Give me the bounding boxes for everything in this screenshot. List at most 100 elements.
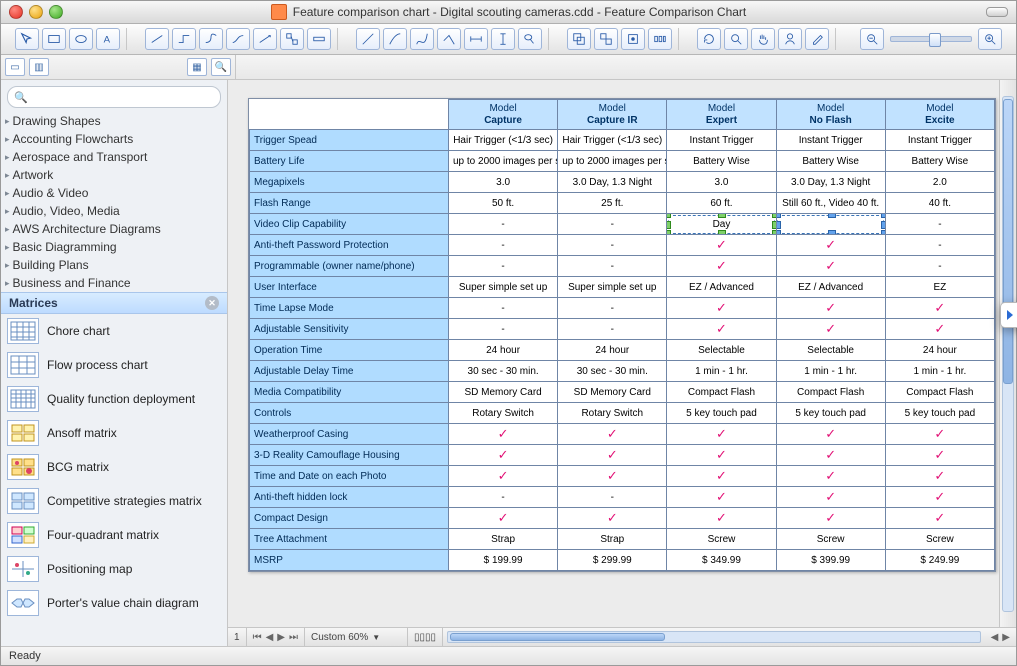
table-cell[interactable]: $ 299.99 [558,550,667,571]
table-cell[interactable]: - [449,256,558,277]
zoom-slider[interactable] [890,36,972,42]
table-cell[interactable]: 25 ft. [558,193,667,214]
tree-item[interactable]: ▸Audio, Video, Media [1,202,227,220]
table-cell[interactable]: 5 key touch pad [885,403,994,424]
table-cell[interactable]: Super simple set up [558,277,667,298]
table-cell[interactable]: 1 min - 1 hr. [776,361,885,382]
table-cell[interactable]: ✓ [776,256,885,277]
table-cell[interactable]: 50 ft. [449,193,558,214]
table-cell[interactable]: Screw [667,529,776,550]
table-cell[interactable]: Selectable [667,340,776,361]
rect-tool-button[interactable] [42,28,66,50]
table-cell[interactable]: 3.0 Day, 1.3 Night [776,172,885,193]
table-cell[interactable]: 40 ft. [885,193,994,214]
table-cell[interactable]: Compact Flash [776,382,885,403]
table-cell[interactable]: up to 2000 images per set [449,151,558,172]
ellipse-tool-button[interactable] [69,28,93,50]
table-cell[interactable]: 3.0 [449,172,558,193]
table-cell[interactable]: - [885,256,994,277]
table-cell[interactable]: ✓ [667,319,776,340]
table-cell[interactable]: EZ / Advanced [667,277,776,298]
connector1-button[interactable] [145,28,169,50]
hscroll-left-icon[interactable]: ◀ [991,632,999,643]
table-cell[interactable]: ✓ [776,508,885,529]
table-cell[interactable]: Selectable [776,340,885,361]
tree-item[interactable]: ▸Accounting Flowcharts [1,130,227,148]
tree-item[interactable]: ▸AWS Architecture Diagrams [1,220,227,238]
table-cell[interactable]: ✓ [667,445,776,466]
table-cell[interactable]: 30 sec - 30 min. [558,361,667,382]
user-button[interactable] [778,28,802,50]
table-cell[interactable]: $ 399.99 [776,550,885,571]
vertical-scrollbar[interactable] [999,80,1016,628]
table-cell[interactable]: ✓ [558,445,667,466]
table-cell[interactable]: 1 min - 1 hr. [667,361,776,382]
dim-h-button[interactable] [464,28,488,50]
table-cell[interactable]: ✓ [776,319,885,340]
connector3-button[interactable] [199,28,223,50]
library-item[interactable]: Ansoff matrix [1,416,227,450]
library-item[interactable]: Competitive strategies matrix [1,484,227,518]
tree-item[interactable]: ▸Audio & Video [1,184,227,202]
table-cell[interactable]: Battery Wise [776,151,885,172]
distribute-button[interactable] [648,28,672,50]
tree-item[interactable]: ▸Drawing Shapes [1,112,227,130]
tree-item[interactable]: ▸Building Plans [1,256,227,274]
table-cell[interactable]: ✓ [885,487,994,508]
table-cell[interactable]: Hair Trigger (<1/3 sec) [558,130,667,151]
table-cell[interactable]: ✓ [776,235,885,256]
search-box[interactable]: 🔍 [7,86,221,108]
table-cell[interactable]: - [449,214,558,235]
connector4-button[interactable] [226,28,250,50]
table-cell[interactable]: 24 hour [558,340,667,361]
table-cell[interactable]: 3.0 [667,172,776,193]
table-cell[interactable]: ✓ [776,424,885,445]
connector2-button[interactable] [172,28,196,50]
smart-action-popup[interactable]: ✓ Check [1000,302,1017,328]
table-cell[interactable]: ✓ [885,466,994,487]
table-cell[interactable]: ✓ [885,508,994,529]
table-cell[interactable]: Rotary Switch [558,403,667,424]
table-cell[interactable]: ✓ [885,424,994,445]
table-cell[interactable]: - [885,214,994,235]
table-cell[interactable]: ✓ [885,319,994,340]
line1-button[interactable] [356,28,380,50]
page-indicator[interactable]: 1 [228,628,247,646]
table-cell[interactable]: 30 sec - 30 min. [449,361,558,382]
table-cell[interactable]: $ 249.99 [885,550,994,571]
library-item[interactable]: Flow process chart [1,348,227,382]
connector5-button[interactable] [253,28,277,50]
table-cell[interactable]: ✓ [449,508,558,529]
window-close-button[interactable] [9,5,23,19]
view-presets[interactable]: ▯▯▯▯ [408,628,443,646]
table-cell[interactable]: 1 min - 1 hr. [885,361,994,382]
connector6-button[interactable] [280,28,304,50]
table-cell[interactable]: 2.0 [885,172,994,193]
connector7-button[interactable] [307,28,331,50]
tree-item[interactable]: ▸Basic Diagramming [1,238,227,256]
table-cell[interactable]: 24 hour [449,340,558,361]
table-cell[interactable]: 60 ft. [667,193,776,214]
table-cell[interactable]: - [885,235,994,256]
table-cell[interactable]: Hair Trigger (<1/3 sec) [449,130,558,151]
close-section-icon[interactable]: ✕ [205,296,219,310]
matrices-section-header[interactable]: Matrices ✕ [1,292,227,314]
align-button[interactable] [621,28,645,50]
page-last-icon[interactable]: ⏭ [289,632,298,643]
table-cell[interactable]: Still 60 ft., Video 40 ft. [776,193,885,214]
library-item[interactable]: Four-quadrant matrix [1,518,227,552]
group-button[interactable] [567,28,591,50]
table-cell[interactable]: 5 key touch pad [667,403,776,424]
table-cell[interactable]: - [449,298,558,319]
table-cell[interactable]: ✓ [776,298,885,319]
dim-v-button[interactable] [491,28,515,50]
table-cell[interactable]: - [558,298,667,319]
ungroup-button[interactable] [594,28,618,50]
tree-item[interactable]: ▸Artwork [1,166,227,184]
horizontal-scrollbar[interactable] [447,631,981,643]
zoom-in-button[interactable] [978,28,1002,50]
table-cell[interactable]: ✓ [776,487,885,508]
text-tool-button[interactable]: A [96,28,120,50]
table-cell[interactable]: ✓ [776,445,885,466]
erase-button[interactable] [805,28,829,50]
